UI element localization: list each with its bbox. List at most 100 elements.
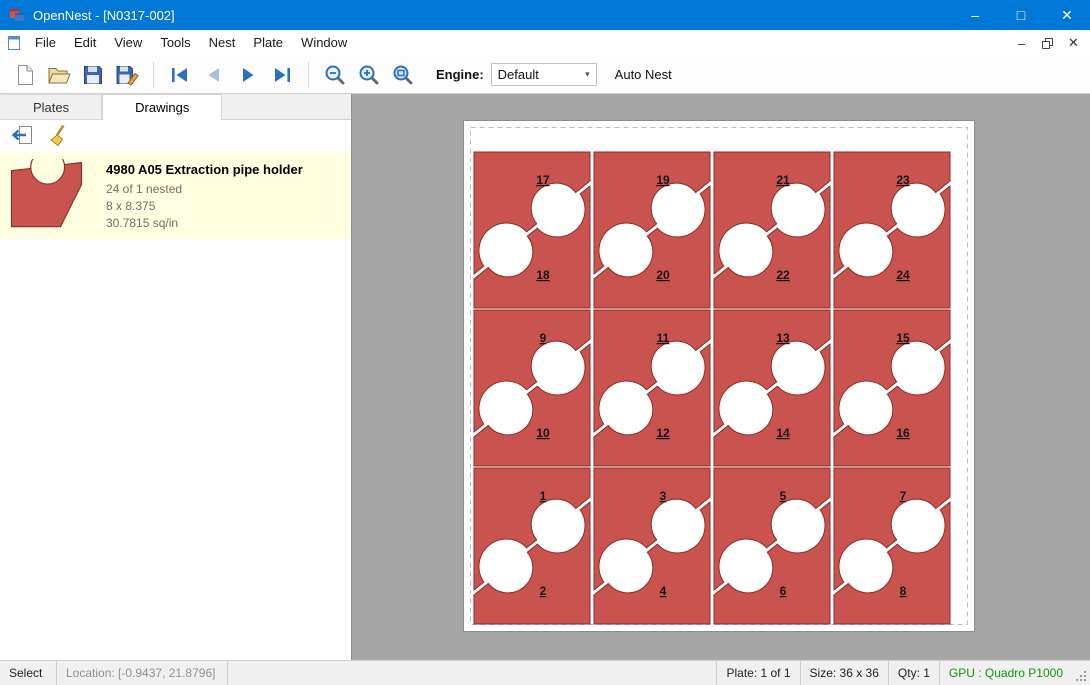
- menu-view[interactable]: View: [105, 30, 151, 56]
- part-number-label: 1: [540, 489, 547, 503]
- status-qty: Qty: 1: [889, 661, 939, 685]
- mdi-close-button[interactable]: ✕: [1062, 33, 1085, 53]
- zoom-in-button[interactable]: [352, 60, 386, 90]
- maximize-button[interactable]: □: [998, 0, 1044, 30]
- new-document-button[interactable]: [8, 60, 42, 90]
- menubar: File Edit View Tools Nest Plate Window –…: [0, 30, 1090, 56]
- part-number-label: 3: [660, 489, 667, 503]
- minimize-button[interactable]: –: [952, 0, 998, 30]
- status-mode: Select: [0, 661, 56, 685]
- nav-previous-button[interactable]: [197, 60, 231, 90]
- broom-icon: [48, 124, 72, 148]
- zoom-in-icon: [357, 63, 381, 87]
- nav-last-button[interactable]: [265, 60, 299, 90]
- part-number-label: 8: [900, 584, 907, 598]
- part-number-label: 16: [896, 426, 910, 440]
- zoom-out-icon: [323, 63, 347, 87]
- zoom-fit-icon: [391, 63, 415, 87]
- close-button[interactable]: ✕: [1044, 0, 1090, 30]
- part-number-label: 21: [776, 173, 790, 187]
- part-number-label: 6: [780, 584, 787, 598]
- status-plate: Plate: 1 of 1: [717, 661, 799, 685]
- status-location: Location: [-0.9437, 21.8796]: [57, 661, 227, 685]
- drawing-list-item[interactable]: 4980 A05 Extraction pipe holder 24 of 1 …: [0, 152, 351, 239]
- drawing-title: 4980 A05 Extraction pipe holder: [106, 162, 303, 177]
- statusbar: Select Location: [-0.9437, 21.8796] Plat…: [0, 660, 1090, 685]
- clear-button[interactable]: [47, 123, 73, 149]
- document-icon[interactable]: [6, 35, 22, 51]
- menu-file[interactable]: File: [26, 30, 65, 56]
- nav-next-icon: [236, 65, 260, 85]
- nav-first-icon: [168, 65, 192, 85]
- nav-next-button[interactable]: [231, 60, 265, 90]
- drawing-nested-count: 24 of 1 nested: [106, 181, 303, 198]
- part-number-label: 5: [780, 489, 787, 503]
- zoom-fit-button[interactable]: [386, 60, 420, 90]
- part-number-label: 10: [536, 426, 550, 440]
- part-number-label: 20: [656, 268, 670, 282]
- part-number-label: 12: [656, 426, 670, 440]
- part-number-label: 9: [540, 331, 547, 345]
- status-spacer: [228, 661, 716, 685]
- window-title: OpenNest - [N0317-002]: [33, 8, 175, 23]
- engine-label: Engine:: [436, 67, 484, 82]
- open-button[interactable]: [42, 60, 76, 90]
- chevron-down-icon: ▾: [585, 69, 590, 80]
- titlebar: OpenNest - [N0317-002] – □ ✕: [0, 0, 1090, 30]
- sidebar-tabstrip: Plates Drawings: [0, 94, 351, 120]
- engine-value: Default: [498, 67, 539, 82]
- part-number-label: 17: [536, 173, 550, 187]
- part-number-label: 13: [776, 331, 790, 345]
- save-icon: [82, 64, 104, 86]
- mdi-restore-button[interactable]: [1036, 33, 1059, 53]
- drawing-thumbnail: [8, 159, 92, 229]
- tab-plates[interactable]: Plates: [0, 94, 102, 120]
- menu-plate[interactable]: Plate: [244, 30, 292, 56]
- open-folder-icon: [47, 64, 71, 86]
- part-number-label: 19: [656, 173, 670, 187]
- nav-first-button[interactable]: [163, 60, 197, 90]
- nest-canvas[interactable]: 171819202122232491011121314151612345678: [352, 94, 1090, 660]
- tab-drawings[interactable]: Drawings: [102, 94, 222, 120]
- part-number-label: 14: [776, 426, 790, 440]
- part-number-label: 24: [896, 268, 910, 282]
- drawing-dimensions: 8 x 8.375: [106, 198, 303, 215]
- opennest-window: OpenNest - [N0317-002] – □ ✕ File Edit V…: [0, 0, 1090, 685]
- part-number-label: 23: [896, 173, 910, 187]
- resize-grip[interactable]: [1072, 661, 1090, 685]
- part-number-label: 11: [657, 331, 670, 345]
- drawing-list-empty-area: [0, 239, 351, 660]
- menu-tools[interactable]: Tools: [151, 30, 199, 56]
- part-number-label: 4: [660, 584, 667, 598]
- save-edit-button[interactable]: [110, 60, 144, 90]
- part-number-label: 18: [536, 268, 550, 282]
- status-gpu: GPU : Quadro P1000: [940, 661, 1072, 685]
- status-size: Size: 36 x 36: [801, 661, 888, 685]
- new-document-icon: [14, 64, 36, 86]
- menu-nest[interactable]: Nest: [200, 30, 245, 56]
- return-arrow-icon: [10, 124, 34, 148]
- sidebar: Plates Drawings 4980 A05 Extraction pipe…: [0, 94, 352, 660]
- nav-last-icon: [270, 65, 294, 85]
- toolbar-separator: [153, 62, 154, 88]
- save-button[interactable]: [76, 60, 110, 90]
- toolbar-separator: [308, 62, 309, 88]
- auto-nest-button[interactable]: Auto Nest: [615, 67, 672, 82]
- part-number-label: 7: [900, 489, 907, 503]
- part-number-label: 22: [776, 268, 790, 282]
- engine-dropdown[interactable]: Default ▾: [491, 63, 597, 86]
- drawings-toolbar: [0, 120, 351, 152]
- return-to-plate-button[interactable]: [9, 123, 35, 149]
- main-toolbar: Engine: Default ▾ Auto Nest: [0, 56, 1090, 94]
- save-edit-icon: [115, 64, 139, 86]
- mdi-minimize-button[interactable]: –: [1010, 33, 1033, 53]
- zoom-out-button[interactable]: [318, 60, 352, 90]
- drawing-area: 30.7815 sq/in: [106, 215, 303, 232]
- part-number-label: 2: [540, 584, 547, 598]
- part-number-label: 15: [896, 331, 910, 345]
- app-icon: [9, 7, 25, 23]
- menu-window[interactable]: Window: [292, 30, 356, 56]
- nav-previous-icon: [202, 65, 226, 85]
- menu-edit[interactable]: Edit: [65, 30, 105, 56]
- plate[interactable]: 171819202122232491011121314151612345678: [463, 120, 975, 632]
